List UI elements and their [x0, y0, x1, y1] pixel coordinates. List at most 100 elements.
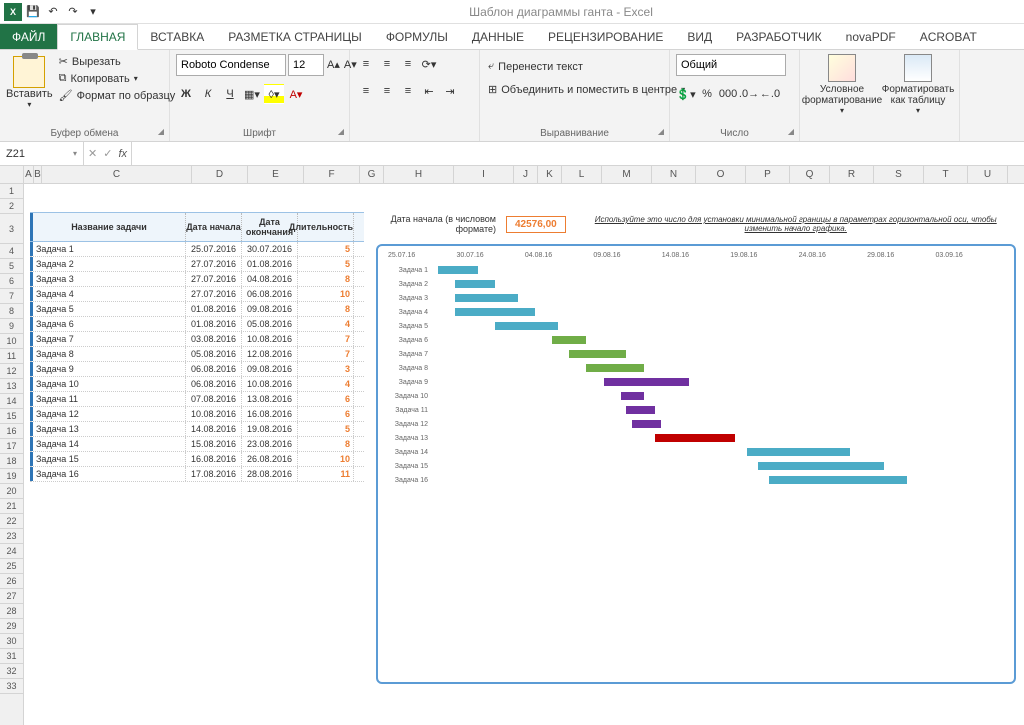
row-header-8[interactable]: 8 — [0, 304, 23, 319]
task-end[interactable]: 13.08.2016 — [242, 392, 298, 406]
cut-button[interactable]: ✂Вырезать — [57, 54, 178, 69]
row-header-17[interactable]: 17 — [0, 439, 23, 454]
gantt-bar[interactable] — [455, 308, 535, 316]
column-header-M[interactable]: M — [602, 166, 652, 183]
tab-home[interactable]: ГЛАВНАЯ — [57, 24, 138, 50]
row-header-18[interactable]: 18 — [0, 454, 23, 469]
gantt-bar[interactable] — [769, 476, 906, 484]
align-left-icon[interactable]: ≡ — [356, 81, 376, 101]
task-end[interactable]: 28.08.2016 — [242, 467, 298, 481]
font-size-input[interactable] — [288, 54, 324, 76]
cells[interactable]: Название задачи Дата начала Дата окончан… — [24, 184, 1024, 725]
gantt-bar[interactable] — [758, 462, 884, 470]
gantt-bar[interactable] — [552, 336, 586, 344]
task-name[interactable]: Задача 4 — [30, 287, 186, 301]
row-header-4[interactable]: 4 — [0, 244, 23, 259]
task-name[interactable]: Задача 13 — [30, 422, 186, 436]
task-name[interactable]: Задача 2 — [30, 257, 186, 271]
column-header-C[interactable]: C — [42, 166, 192, 183]
task-duration[interactable]: 7 — [298, 347, 354, 361]
row-header-2[interactable]: 2 — [0, 199, 23, 214]
column-header-S[interactable]: S — [874, 166, 924, 183]
row-header-29[interactable]: 29 — [0, 619, 23, 634]
gantt-bar[interactable] — [438, 266, 478, 274]
row-header-30[interactable]: 30 — [0, 634, 23, 649]
font-color-button[interactable]: A▾ — [286, 84, 306, 104]
cancel-formula-icon[interactable]: ✕ — [88, 147, 97, 160]
column-header-B[interactable]: B — [34, 166, 42, 183]
column-header-L[interactable]: L — [562, 166, 602, 183]
column-header-G[interactable]: G — [360, 166, 384, 183]
task-end[interactable]: 01.08.2016 — [242, 257, 298, 271]
task-start[interactable]: 27.07.2016 — [186, 287, 242, 301]
row-header-9[interactable]: 9 — [0, 319, 23, 334]
task-row[interactable]: Задача 8 05.08.2016 12.08.2016 7 — [30, 347, 364, 362]
task-name[interactable]: Задача 8 — [30, 347, 186, 361]
task-row[interactable]: Задача 2 27.07.2016 01.08.2016 5 — [30, 257, 364, 272]
column-header-U[interactable]: U — [968, 166, 1008, 183]
task-start[interactable]: 10.08.2016 — [186, 407, 242, 421]
font-launcher-icon[interactable]: ◢ — [335, 127, 347, 139]
increase-decimal-icon[interactable]: .0→ — [739, 84, 759, 104]
tab-acrobat[interactable]: ACROBAT — [908, 24, 989, 49]
task-end[interactable]: 06.08.2016 — [242, 287, 298, 301]
conditional-formatting-button[interactable]: Условное форматирование▾ — [806, 54, 878, 139]
gantt-bar[interactable] — [569, 350, 626, 358]
task-duration[interactable]: 5 — [298, 257, 354, 271]
font-name-input[interactable] — [176, 54, 286, 76]
task-duration[interactable]: 10 — [298, 452, 354, 466]
select-all-corner[interactable] — [0, 166, 24, 183]
task-end[interactable]: 23.08.2016 — [242, 437, 298, 451]
task-name[interactable]: Задача 12 — [30, 407, 186, 421]
column-header-O[interactable]: O — [696, 166, 746, 183]
task-start[interactable]: 27.07.2016 — [186, 272, 242, 286]
tab-novapdf[interactable]: novaPDF — [834, 24, 908, 49]
task-end[interactable]: 19.08.2016 — [242, 422, 298, 436]
task-row[interactable]: Задача 6 01.08.2016 05.08.2016 4 — [30, 317, 364, 332]
fx-icon[interactable]: fx — [118, 148, 127, 160]
task-row[interactable]: Задача 3 27.07.2016 04.08.2016 8 — [30, 272, 364, 287]
task-start[interactable]: 01.08.2016 — [186, 302, 242, 316]
task-duration[interactable]: 4 — [298, 377, 354, 391]
task-name[interactable]: Задача 16 — [30, 467, 186, 481]
column-header-A[interactable]: A — [24, 166, 34, 183]
undo-icon[interactable]: ↶ — [44, 3, 62, 21]
gantt-bar[interactable] — [586, 364, 643, 372]
tab-review[interactable]: РЕЦЕНЗИРОВАНИЕ — [536, 24, 675, 49]
paste-dropdown-icon[interactable]: ▾ — [27, 100, 31, 109]
task-name[interactable]: Задача 10 — [30, 377, 186, 391]
task-name[interactable]: Задача 1 — [30, 242, 186, 256]
task-start[interactable]: 01.08.2016 — [186, 317, 242, 331]
name-box[interactable]: Z21▾ — [0, 142, 84, 165]
gantt-bar[interactable] — [604, 378, 690, 386]
row-header-12[interactable]: 12 — [0, 364, 23, 379]
column-header-E[interactable]: E — [248, 166, 304, 183]
row-header-26[interactable]: 26 — [0, 574, 23, 589]
gantt-bar[interactable] — [747, 448, 850, 456]
align-bottom-icon[interactable]: ≡ — [398, 54, 418, 74]
gantt-bar[interactable] — [455, 280, 495, 288]
task-row[interactable]: Задача 13 14.08.2016 19.08.2016 5 — [30, 422, 364, 437]
tab-view[interactable]: ВИД — [675, 24, 724, 49]
task-duration[interactable]: 10 — [298, 287, 354, 301]
row-header-25[interactable]: 25 — [0, 559, 23, 574]
task-name[interactable]: Задача 6 — [30, 317, 186, 331]
task-row[interactable]: Задача 5 01.08.2016 09.08.2016 8 — [30, 302, 364, 317]
task-row[interactable]: Задача 10 06.08.2016 10.08.2016 4 — [30, 377, 364, 392]
task-duration[interactable]: 4 — [298, 317, 354, 331]
row-header-24[interactable]: 24 — [0, 544, 23, 559]
task-end[interactable]: 26.08.2016 — [242, 452, 298, 466]
task-end[interactable]: 05.08.2016 — [242, 317, 298, 331]
task-start[interactable]: 15.08.2016 — [186, 437, 242, 451]
comma-icon[interactable]: 000 — [718, 84, 738, 104]
task-start[interactable]: 25.07.2016 — [186, 242, 242, 256]
task-end[interactable]: 09.08.2016 — [242, 362, 298, 376]
task-start[interactable]: 16.08.2016 — [186, 452, 242, 466]
formula-input[interactable] — [132, 142, 1024, 165]
task-row[interactable]: Задача 9 06.08.2016 09.08.2016 3 — [30, 362, 364, 377]
save-icon[interactable]: 💾 — [24, 3, 42, 21]
task-end[interactable]: 10.08.2016 — [242, 377, 298, 391]
align-center-icon[interactable]: ≡ — [377, 81, 397, 101]
row-header-15[interactable]: 15 — [0, 409, 23, 424]
task-row[interactable]: Задача 16 17.08.2016 28.08.2016 11 — [30, 467, 364, 482]
